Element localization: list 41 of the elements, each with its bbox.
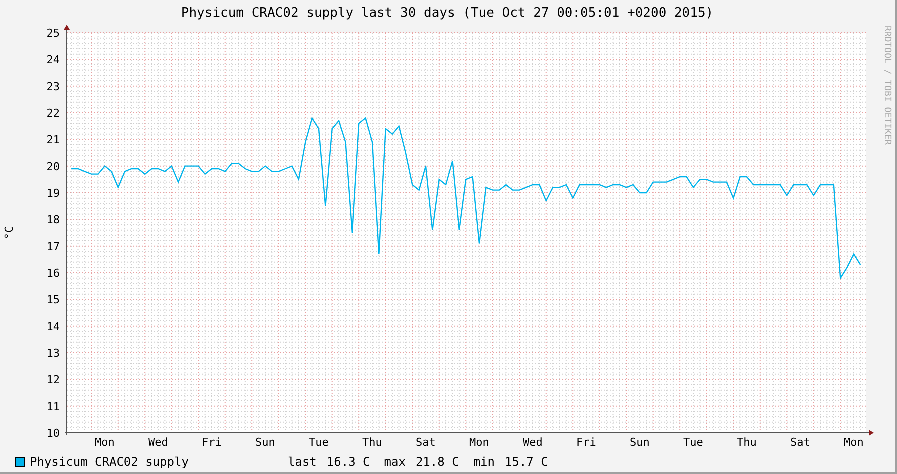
x-tick-label: Mon bbox=[470, 436, 490, 449]
x-tick-label: Sun bbox=[630, 436, 650, 449]
y-tick-label: 12 bbox=[46, 374, 60, 387]
x-tick-label: Mon bbox=[844, 436, 864, 449]
y-tick-label: 15 bbox=[46, 294, 60, 307]
y-tick-label: 19 bbox=[46, 187, 60, 200]
x-tick-label: Wed bbox=[148, 436, 168, 449]
watermark-text: RRDTOOL / TOBI OETIKER bbox=[882, 26, 891, 146]
x-tick-label: Fri bbox=[202, 436, 222, 449]
y-tick-label: 23 bbox=[46, 80, 60, 94]
stat-label: last bbox=[288, 454, 317, 471]
x-tick-label: Thu bbox=[737, 436, 757, 449]
y-tick-label: 22 bbox=[46, 107, 60, 120]
y-tick-label: 17 bbox=[46, 240, 60, 254]
y-tick-label: 14 bbox=[46, 320, 60, 334]
stat-value: 15.7 C bbox=[505, 454, 548, 471]
stat-label: max bbox=[384, 454, 406, 471]
x-tick-label: Wed bbox=[523, 436, 543, 449]
stat-value: 21.8 C bbox=[416, 454, 460, 471]
y-tick-label: 21 bbox=[46, 134, 60, 147]
y-tick-label: 24 bbox=[46, 54, 60, 67]
x-tick-label: Thu bbox=[362, 436, 382, 449]
x-tick-label: Tue bbox=[684, 436, 704, 449]
stat-value: 16.3 C bbox=[326, 454, 370, 471]
x-tick-label: Sat bbox=[790, 436, 810, 449]
legend-label: Physicum CRAC02 supply bbox=[30, 454, 190, 471]
y-tick-label: 20 bbox=[46, 160, 60, 174]
y-axis-label: °C bbox=[3, 226, 16, 240]
y-tick-label: 18 bbox=[46, 214, 60, 227]
y-tick-label: 16 bbox=[46, 267, 60, 280]
x-tick-label: Mon bbox=[95, 436, 115, 449]
y-tick-label: 10 bbox=[46, 427, 60, 440]
y-tick-label: 13 bbox=[46, 347, 60, 360]
x-tick-label: Tue bbox=[309, 436, 329, 449]
graph-title: Physicum CRAC02 supply last 30 days (Tue Oct 27 00:05:01 +0200 2015) bbox=[181, 4, 714, 20]
y-tick-label: 25 bbox=[46, 27, 60, 40]
x-tick-label: Sun bbox=[256, 436, 276, 449]
x-tick-label: Sat bbox=[416, 436, 436, 449]
x-tick-label: Fri bbox=[576, 436, 596, 449]
y-tick-label: 11 bbox=[46, 400, 60, 414]
stat-label: min bbox=[473, 454, 495, 471]
